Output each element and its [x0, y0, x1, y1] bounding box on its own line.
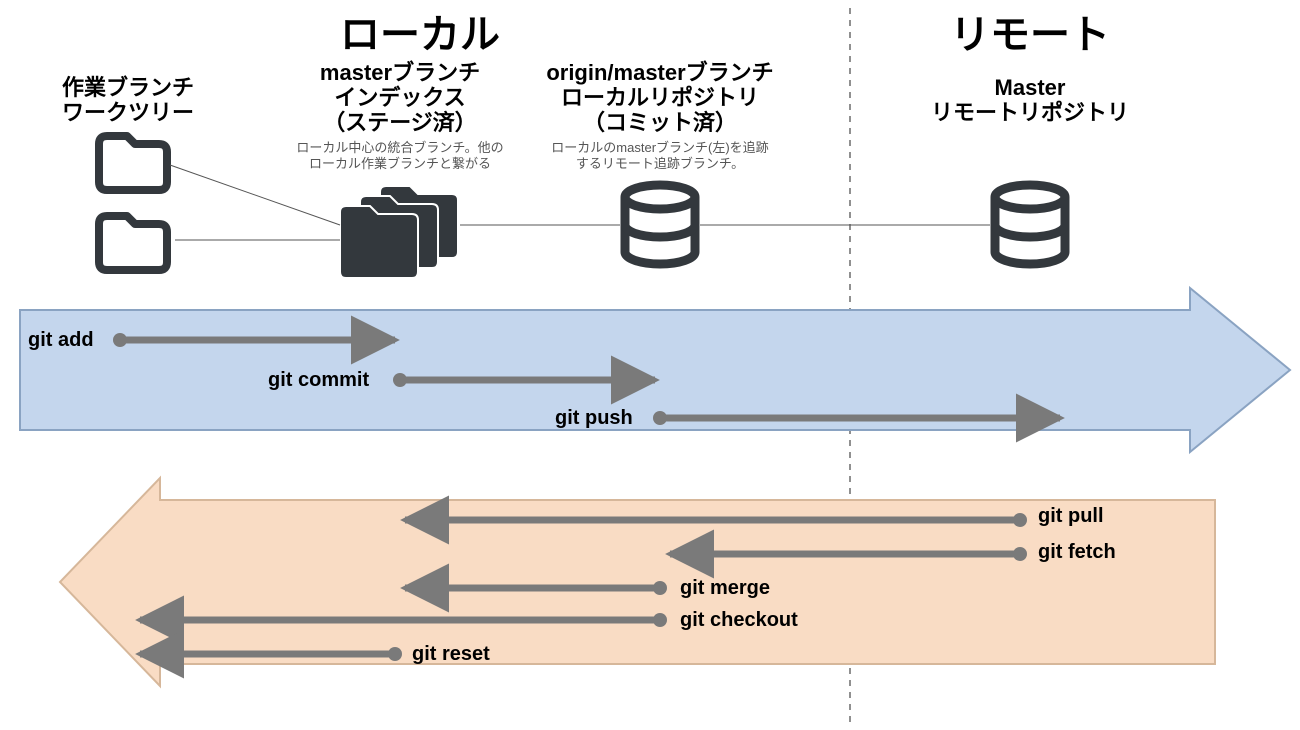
local-section-title: ローカル — [340, 13, 500, 57]
connector-line — [170, 165, 340, 225]
svg-text:（コミット済）: （コミット済） — [583, 110, 737, 135]
svg-text:ワークツリー: ワークツリー — [62, 100, 194, 125]
col-worktree-heading: 作業ブランチ ワークツリー — [62, 75, 194, 125]
svg-text:git reset: git reset — [412, 643, 490, 665]
col-localrepo-heading: origin/masterブランチ ローカルリポジトリ （コミット済） ローカル… — [546, 60, 773, 171]
svg-text:ローカルのmasterブランチ(左)を追跡: ローカルのmasterブランチ(左)を追跡 — [551, 140, 768, 155]
database-icon — [625, 185, 695, 264]
col-index-heading: masterブランチ インデックス （ステージ済） ローカル中心の統合ブランチ。… — [296, 60, 503, 171]
svg-text:インデックス: インデックス — [334, 85, 465, 110]
forward-band — [20, 288, 1290, 452]
svg-text:git push: git push — [555, 407, 633, 429]
svg-text:git add: git add — [28, 329, 94, 351]
svg-text:ローカル作業ブランチと繋がる: ローカル作業ブランチと繋がる — [309, 156, 491, 171]
svg-text:するリモート追跡ブランチ。: するリモート追跡ブランチ。 — [576, 156, 744, 171]
folder-icon — [99, 216, 167, 270]
col-remote-heading: Master リモートリポジトリ — [931, 75, 1129, 125]
database-icon — [995, 185, 1065, 264]
svg-text:git checkout: git checkout — [680, 609, 798, 631]
svg-text:git merge: git merge — [680, 577, 770, 599]
svg-text:origin/masterブランチ: origin/masterブランチ — [546, 60, 773, 85]
remote-section-title: リモート — [950, 13, 1110, 57]
folder-icon — [99, 136, 167, 190]
svg-text:Master: Master — [995, 75, 1066, 100]
svg-text:（ステージ済）: （ステージ済） — [323, 110, 477, 135]
svg-text:ローカルリポジトリ: ローカルリポジトリ — [561, 85, 759, 110]
folders-stack-icon — [340, 186, 458, 278]
svg-text:git commit: git commit — [268, 369, 369, 391]
svg-text:git fetch: git fetch — [1038, 541, 1116, 563]
svg-text:リモートリポジトリ: リモートリポジトリ — [931, 100, 1129, 125]
svg-text:masterブランチ: masterブランチ — [320, 60, 480, 85]
svg-text:作業ブランチ: 作業ブランチ — [62, 75, 194, 100]
svg-text:ローカル中心の統合ブランチ。他の: ローカル中心の統合ブランチ。他の — [296, 140, 503, 155]
svg-text:git pull: git pull — [1038, 505, 1104, 527]
